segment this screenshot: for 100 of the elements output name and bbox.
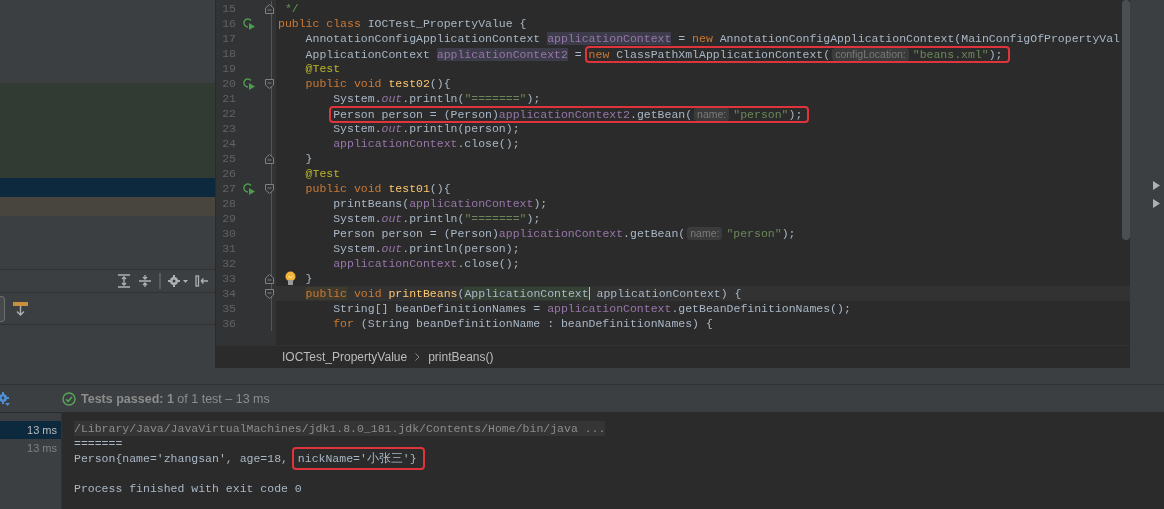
- code-text: applicationContext: [498, 227, 624, 240]
- code-text: void: [353, 287, 383, 300]
- breadcrumb-item[interactable]: IOCTest_PropertyValue: [282, 350, 408, 365]
- console-text: =======: [74, 436, 123, 451]
- code-text: );: [533, 197, 548, 210]
- code-text: public class: [278, 17, 362, 30]
- code-text: );: [526, 92, 541, 105]
- code-text: public void: [305, 77, 383, 90]
- code-text: );: [788, 108, 803, 121]
- code-text: =: [574, 48, 583, 61]
- code-text: for: [333, 317, 355, 330]
- code-text: }: [305, 152, 313, 165]
- scrollbar-thumb[interactable]: [1122, 0, 1130, 240]
- code-text: applicationContext: [547, 32, 672, 45]
- code-text: .getBean(: [623, 227, 686, 240]
- settings-icon[interactable]: [168, 274, 188, 288]
- code-text: out: [381, 122, 403, 135]
- code-text: .println(person);: [402, 122, 520, 135]
- fold-icon[interactable]: [264, 153, 274, 164]
- code-text: (){: [429, 182, 451, 195]
- code-text: String[] beanDefinitionNames =: [333, 302, 542, 315]
- code-text: Person person = (Person): [333, 108, 499, 121]
- code-text: "person": [733, 108, 789, 121]
- run-icon[interactable]: [242, 77, 256, 90]
- lightbulb-icon[interactable]: [285, 271, 296, 286]
- console-text: nickName='小张三'}: [297, 452, 417, 465]
- code-text: );: [526, 212, 541, 225]
- code-text: .println(: [402, 212, 465, 225]
- collapse-all-icon[interactable]: [138, 274, 152, 288]
- code-text: @Test: [305, 167, 341, 180]
- code-text: out: [381, 212, 403, 225]
- code-text: (: [457, 287, 465, 300]
- code-text: System.: [333, 212, 382, 225]
- console-text: Process finished with exit code 0: [74, 481, 302, 496]
- code-text: test01: [388, 182, 430, 195]
- code-text: applicationContext: [409, 197, 534, 210]
- code-text: "=======": [464, 212, 527, 225]
- code-text: .getBeanDefinitionNames();: [671, 302, 851, 315]
- code-text: applicationContext: [547, 302, 672, 315]
- text-caret: [588, 287, 590, 301]
- pin-left-icon[interactable]: [195, 274, 209, 288]
- fold-icon[interactable]: [264, 3, 274, 14]
- test-status-text: Tests passed: 1 of 1 test – 13 ms: [81, 391, 270, 406]
- expand-all-icon[interactable]: [117, 274, 131, 288]
- code-text: new: [692, 32, 714, 45]
- code-text: );: [988, 48, 1003, 61]
- chevron-icon: [415, 353, 421, 362]
- code-text: AnnotationConfigApplicationContext(MainConfigOfPropertyVal: [719, 32, 1120, 45]
- code-text: printBeans(: [333, 197, 410, 210]
- code-text: System.: [333, 242, 382, 255]
- code-text: out: [381, 92, 403, 105]
- button-edge[interactable]: [0, 295, 5, 322]
- scroll-down-icon[interactable]: [13, 301, 28, 316]
- code-text: "beans.xml": [912, 48, 989, 61]
- code-text: out: [381, 242, 403, 255]
- code-text: =: [678, 32, 687, 45]
- code-text: IOCTest_PropertyValue {: [367, 17, 527, 30]
- parameter-hint: name:: [687, 227, 723, 240]
- code-text: ApplicationContext: [464, 287, 589, 300]
- console-text: Person{name='zhangsan', age=18,: [74, 451, 289, 466]
- code-text: AnnotationConfigApplicationContext: [305, 32, 542, 45]
- parameter-hint: name:: [694, 108, 730, 121]
- run-icon[interactable]: [242, 17, 256, 30]
- code-text: (){: [429, 77, 451, 90]
- code-text: "=======": [464, 92, 527, 105]
- fold-icon[interactable]: [264, 78, 274, 89]
- code-text: (String beanDefinitionName : beanDefinitionNames) {: [360, 317, 713, 330]
- code-text: Person person = (Person): [333, 227, 499, 240]
- code-text: public: [305, 287, 348, 300]
- code-text: .println(: [402, 92, 465, 105]
- breadcrumb-item[interactable]: printBeans(): [428, 350, 494, 365]
- code-text: ApplicationContext: [305, 48, 431, 61]
- code-text: System.: [333, 92, 382, 105]
- settings-icon[interactable]: [0, 390, 12, 407]
- code-text: test02: [388, 77, 430, 90]
- code-text: applicationContext: [333, 257, 458, 270]
- code-text: applicationContext: [333, 137, 458, 150]
- parameter-hint: configLocation:: [832, 48, 909, 61]
- code-text: printBeans: [388, 287, 458, 300]
- console-command: /Library/Java/JavaVirtualMachines/jdk1.8.0_181.jdk/Contents/Home/bin/java ...: [74, 421, 606, 436]
- code-text: */: [284, 2, 299, 15]
- code-text: }: [305, 272, 313, 285]
- code-text: );: [781, 227, 796, 240]
- code-text: applicationContext) {: [596, 287, 742, 300]
- fold-icon[interactable]: [264, 183, 274, 194]
- code-text: ClassPathXmlApplicationContext(: [616, 48, 831, 61]
- code-text: .println(person);: [402, 242, 520, 255]
- code-text: .close();: [457, 257, 520, 270]
- code-text: applicationContext2: [498, 108, 630, 121]
- code-text: @Test: [305, 62, 341, 75]
- code-text: public void: [305, 182, 383, 195]
- code-text: .getBean(: [630, 108, 693, 121]
- code-text: new: [588, 48, 611, 61]
- run-icon[interactable]: [242, 182, 256, 195]
- code-text: applicationContext2: [436, 48, 568, 61]
- code-text: "person": [726, 227, 782, 240]
- code-text: .close();: [457, 137, 520, 150]
- fold-icon[interactable]: [264, 288, 274, 299]
- fold-icon[interactable]: [264, 273, 274, 284]
- test-duration[interactable]: 13 ms: [0, 421, 61, 439]
